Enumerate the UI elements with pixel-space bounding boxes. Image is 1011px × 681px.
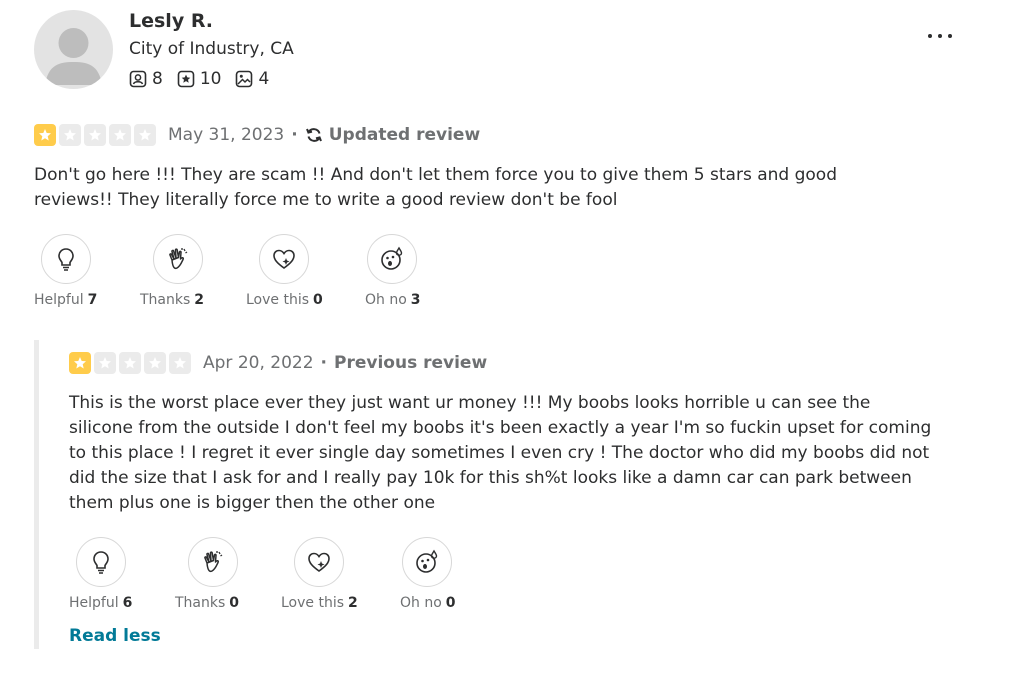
star-empty-icon [169,352,191,374]
separator-dot: · [291,125,298,145]
lightbulb-icon [58,248,74,271]
updated-review-tag: Updated review [305,125,480,145]
previous-review-border [34,340,39,649]
shocked-face-icon [381,246,403,270]
updated-review-label: Updated review [328,125,481,145]
oh-no-button[interactable]: Oh no 3 [365,234,445,308]
more-dot [928,34,932,38]
separator-dot: · [320,353,327,373]
review-date: May 31, 2023 [168,125,285,145]
review-line: Don't go here !!! They are scam !! And d… [34,165,837,185]
review-line: to this place ! I regret it ever single … [69,443,930,463]
oh-no-count: 3 [410,292,421,308]
photos-stat: 4 [235,69,269,89]
thanks-button[interactable]: Thanks 2 [140,234,246,308]
previous-rating-row: Apr 20, 2022 · Previous review [69,352,487,374]
review-date: Apr 20, 2022 [203,353,314,373]
current-rating-row: May 31, 2023 · Updated review [34,124,480,146]
helpful-circle[interactable] [41,234,91,284]
helpful-button[interactable]: Helpful 6 [69,537,175,611]
thanks-button[interactable]: Thanks 0 [175,537,281,611]
previous-reactions: Helpful 6 Thanks 0 Love this 2 Oh no 0 [69,537,480,611]
love-this-count: 0 [313,292,323,308]
helpful-label: Helpful 6 [69,595,133,611]
previous-review-text: This is the worst place ever they just w… [69,391,931,516]
oh-no-circle[interactable] [367,234,417,284]
reviews-count: 10 [199,69,222,89]
star-rating [69,352,194,374]
clapping-hand-icon [204,551,223,573]
star-empty-icon [84,124,106,146]
star-empty-icon [109,124,131,146]
oh-no-button[interactable]: Oh no 0 [400,537,480,611]
previous-review-label: Previous review [334,353,488,373]
love-this-label: Love this 0 [246,292,323,308]
more-options-button[interactable] [924,24,956,48]
star-filled-icon [69,352,91,374]
shocked-face-icon [416,549,438,573]
more-dot [938,34,942,38]
thanks-circle[interactable] [188,537,238,587]
avatar[interactable] [34,10,113,89]
thanks-count: 0 [229,595,240,611]
photos-count: 4 [258,69,270,89]
star-rating [34,124,159,146]
read-less-link[interactable]: Read less [69,626,161,646]
heart-icon [308,552,330,572]
helpful-count: 7 [87,292,98,308]
love-this-circle[interactable] [294,537,344,587]
reviews-stat: 10 [177,69,222,89]
oh-no-circle[interactable] [402,537,452,587]
star-empty-icon [134,124,156,146]
love-this-button[interactable]: Love this 2 [281,537,400,611]
user-name[interactable]: Lesly R. [129,10,213,32]
helpful-label: Helpful 7 [34,292,98,308]
love-this-count: 2 [348,595,358,611]
friends-count: 8 [152,69,163,89]
star-empty-icon [94,352,116,374]
star-empty-icon [144,352,166,374]
friends-icon [129,70,147,88]
refresh-icon [305,128,322,142]
love-this-label: Love this 2 [281,595,358,611]
helpful-count: 6 [122,595,133,611]
star-filled-icon [34,124,56,146]
helpful-button[interactable]: Helpful 7 [34,234,140,308]
current-review-text: Don't go here !!! They are scam !! And d… [34,163,837,213]
heart-icon [273,249,295,269]
user-stats: 8 10 4 [129,69,283,89]
default-user-icon [45,28,102,85]
review-line: reviews!! They literally force me to wri… [34,190,618,210]
thanks-circle[interactable] [153,234,203,284]
thanks-label: Thanks 0 [175,595,240,611]
more-dot [948,34,952,38]
star-empty-icon [119,352,141,374]
star-empty-icon [59,124,81,146]
review-line: silicone from the outside I don't feel m… [69,418,932,438]
oh-no-label: Oh no 0 [400,595,456,611]
reviews-star-icon [177,70,195,88]
user-location: City of Industry, CA [129,39,294,59]
friends-stat: 8 [129,69,163,89]
review-line: them plus one is bigger then the other o… [69,493,436,513]
review-line: This is the worst place ever they just w… [69,393,871,413]
review-line: did the size that I ask for and I really… [69,468,912,488]
helpful-circle[interactable] [76,537,126,587]
photos-icon [236,70,253,88]
oh-no-count: 0 [445,595,456,611]
thanks-count: 2 [194,292,205,308]
lightbulb-icon [93,551,109,574]
thanks-label: Thanks 2 [140,292,205,308]
love-this-button[interactable]: Love this 0 [246,234,365,308]
love-this-circle[interactable] [259,234,309,284]
oh-no-label: Oh no 3 [365,292,421,308]
current-reactions: Helpful 7 Thanks 2 Love this 0 Oh no 3 [34,234,445,308]
clapping-hand-icon [169,248,188,270]
